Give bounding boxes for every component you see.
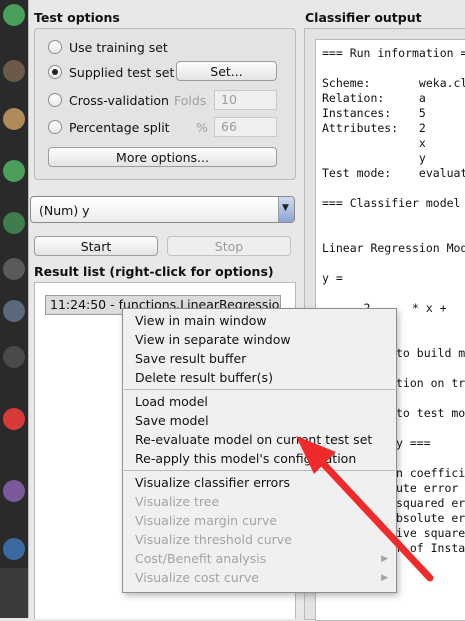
app-icon[interactable] — [3, 108, 25, 130]
app-icon[interactable] — [3, 480, 25, 502]
output-line: y — [322, 151, 426, 165]
cross-validation-radio[interactable]: Cross-validation — [48, 91, 169, 109]
app-icon[interactable] — [3, 212, 25, 234]
start-button[interactable]: Start — [34, 236, 158, 256]
app-icon[interactable] — [3, 346, 25, 368]
radio-selected-icon[interactable] — [48, 65, 62, 79]
app-icon[interactable] — [3, 408, 25, 430]
output-fragment: y === — [396, 436, 431, 450]
menu-item-load-model[interactable]: Load model — [135, 394, 208, 409]
output-fragment: to build m — [396, 346, 465, 360]
supplied-test-set-radio[interactable]: Supplied test set — [48, 63, 174, 81]
output-fragment: ute error — [396, 481, 459, 495]
percentage-split-radio[interactable]: Percentage split — [48, 118, 170, 136]
dock-bottom-bar — [0, 568, 28, 618]
output-line: Relation: a — [322, 91, 426, 105]
folds-field[interactable]: 10 — [214, 90, 277, 110]
menu-item-visualize-cost-curve[interactable]: Visualize cost curve — [135, 570, 259, 585]
classifier-output-title: Classifier output — [305, 10, 422, 25]
output-line: Linear Regression Mod — [322, 241, 465, 255]
radio-icon[interactable] — [48, 120, 62, 134]
menu-item-view-separate-window[interactable]: View in separate window — [135, 332, 291, 347]
menu-item-cost-benefit-analysis[interactable]: Cost/Benefit analysis — [135, 551, 266, 566]
stop-button[interactable]: Stop — [167, 236, 291, 256]
menu-item-reevaluate-model[interactable]: Re-evaluate model on current test set — [135, 432, 372, 447]
menu-item-reapply-configuration[interactable]: Re-apply this model's configuration — [135, 451, 356, 466]
output-fragment: bsolute err — [396, 511, 465, 525]
use-training-set-radio[interactable]: Use training set — [48, 38, 168, 56]
output-line: Scheme: weka.cl — [322, 76, 465, 90]
app-icon[interactable] — [3, 4, 25, 26]
percent-label: % — [196, 120, 208, 135]
output-fragment: to test mo — [396, 406, 465, 420]
class-attribute-value: (Num) y — [39, 203, 90, 218]
menu-item-view-main-window[interactable]: View in main window — [135, 313, 267, 328]
menu-item-visualize-errors[interactable]: Visualize classifier errors — [135, 475, 290, 490]
app-icon[interactable] — [3, 258, 25, 280]
test-options-title: Test options — [34, 10, 120, 25]
output-line: x — [322, 136, 426, 150]
output-line: y = — [322, 271, 343, 285]
app-icon[interactable] — [3, 160, 25, 182]
dock-strip — [0, 0, 28, 618]
percent-field[interactable]: 66 — [214, 117, 277, 137]
output-line: Instances: 5 — [322, 106, 426, 120]
output-fragment: tion on tra — [396, 376, 465, 390]
output-line: Test mode: evaluat — [322, 166, 465, 180]
class-attribute-select[interactable]: (Num) y ▼ — [30, 196, 295, 223]
app-icon[interactable] — [3, 60, 25, 82]
chevron-right-icon: ▶ — [381, 573, 388, 583]
set-test-set-button[interactable]: Set... — [176, 61, 277, 81]
output-line: === Classifier model — [322, 196, 461, 210]
output-fragment: ive squared — [396, 526, 465, 540]
menu-item-save-model[interactable]: Save model — [135, 413, 209, 428]
menu-item-visualize-margin-curve[interactable]: Visualize margin curve — [135, 513, 277, 528]
menu-item-visualize-threshold-curve[interactable]: Visualize threshold curve — [135, 532, 292, 547]
menu-item-delete-result-buffer[interactable]: Delete result buffer(s) — [135, 370, 273, 385]
radio-icon[interactable] — [48, 40, 62, 54]
radio-icon[interactable] — [48, 93, 62, 107]
output-fragment: r of Insta — [396, 541, 465, 555]
more-options-button[interactable]: More options... — [48, 147, 277, 167]
menu-separator — [124, 470, 395, 471]
app-icon[interactable] — [3, 538, 25, 560]
app-icon[interactable] — [3, 300, 25, 322]
menu-item-visualize-tree[interactable]: Visualize tree — [135, 494, 219, 509]
output-fragment: n coeffici — [396, 466, 465, 480]
output-line: === Run information = — [322, 46, 465, 60]
result-context-menu: View in main window View in separate win… — [122, 308, 397, 593]
menu-item-save-result-buffer[interactable]: Save result buffer — [135, 351, 246, 366]
output-fragment: squared err — [396, 496, 465, 510]
result-list-title: Result list (right-click for options) — [34, 264, 274, 279]
chevron-right-icon: ▶ — [381, 554, 388, 564]
dropdown-arrow[interactable]: ▼ — [278, 197, 294, 222]
menu-separator — [124, 389, 395, 390]
chevron-down-icon: ▼ — [282, 203, 289, 213]
output-line: Attributes: 2 — [322, 121, 426, 135]
folds-label: Folds — [174, 93, 207, 108]
